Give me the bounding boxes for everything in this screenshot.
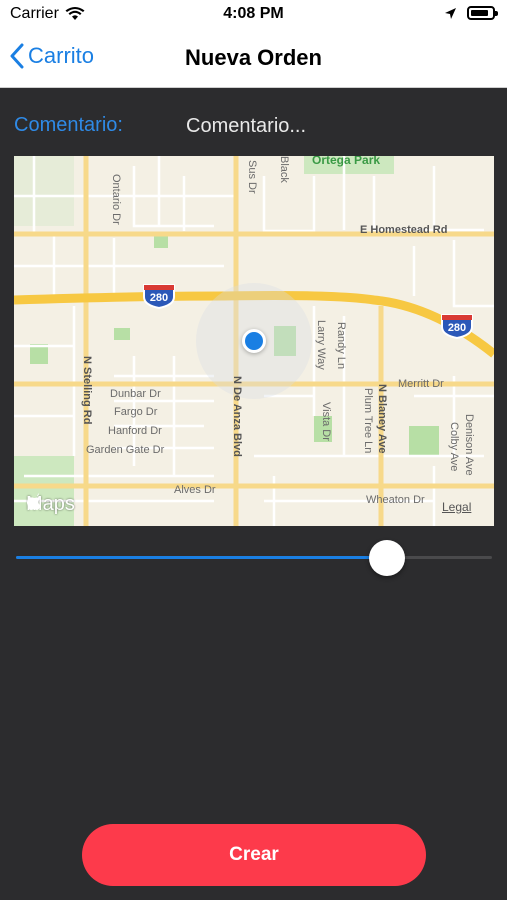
comment-input[interactable] (180, 110, 490, 142)
map-label-wheaton: Wheaton Dr (366, 494, 425, 506)
status-right (444, 6, 498, 20)
map-label-vista-dr: Vista Dr (320, 402, 332, 441)
map-label-colby: Colby Ave (448, 422, 460, 472)
comment-label: Comentario: (14, 114, 123, 136)
user-location-marker (242, 329, 266, 353)
map-label-garden-gate: Garden Gate Dr (86, 444, 165, 456)
interstate-shield-label: 280 (447, 322, 467, 334)
map-label-de-anza: N De Anza Blvd (231, 376, 243, 457)
map-view[interactable]: Ortega Park E Homestead Rd Ontario Dr Su… (14, 156, 494, 526)
map-label-fargo: Fargo Dr (114, 406, 158, 418)
status-bar: Carrier 4:08 PM (0, 0, 507, 30)
slider-fill (16, 556, 388, 559)
maps-attribution: Maps (26, 493, 75, 516)
page-title: Nueva Orden (185, 45, 322, 70)
map-label-plum-tree: Plum Tree Ln (362, 388, 374, 454)
map-label-denison: Denison Ave (463, 414, 475, 476)
slider[interactable] (16, 540, 492, 576)
create-button[interactable]: Crear (82, 824, 426, 886)
slider-thumb[interactable] (369, 540, 406, 576)
location-arrow-icon (445, 7, 456, 19)
apple-logo-icon (26, 493, 41, 510)
interstate-shield-icon: 280 (142, 283, 176, 309)
map-label-blaney: N Blaney Ave (376, 384, 388, 454)
map-label-merritt: Merritt Dr (398, 378, 444, 390)
battery-icon (467, 6, 498, 20)
interstate-shield-label: 280 (149, 292, 169, 304)
map-label-homestead: E Homestead Rd (360, 224, 448, 236)
map-label-alves: Alves Dr (174, 484, 216, 496)
map-label-randy-ln: Randy Ln (335, 322, 347, 370)
map-label-ortega-park: Ortega Park (312, 156, 381, 167)
legal-link[interactable]: Legal (442, 500, 471, 514)
map-label-sus-dr: Sus Dr (246, 160, 258, 194)
map-label-hanford: Hanford Dr (108, 425, 162, 437)
map-label-ontario: Ontario Dr (110, 174, 122, 225)
navigation-bar: Carrito Nueva Orden (0, 30, 507, 88)
map-label-dunbar: Dunbar Dr (110, 388, 161, 400)
map-label-black: Black (278, 156, 290, 183)
map-label-larry-way: Larry Way (315, 320, 327, 370)
map-label-stelling: N Stelling Rd (81, 356, 93, 425)
status-time: 4:08 PM (223, 5, 284, 22)
interstate-shield-icon: 280 (440, 313, 474, 339)
